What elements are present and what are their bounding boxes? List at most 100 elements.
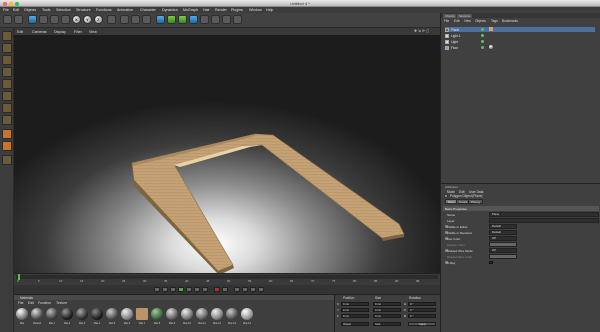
coordinate-mode-select[interactable]: Object (341, 322, 369, 326)
menu-animation[interactable]: Animation (117, 8, 133, 12)
go-to-start-icon[interactable] (154, 287, 160, 292)
tab-structure[interactable]: Structure (457, 13, 473, 18)
material-menu-texture[interactable]: Texture (56, 301, 67, 305)
xray-checkbox[interactable] (489, 260, 493, 264)
visible-in-editor-select[interactable]: Default (489, 224, 517, 229)
material-swatch[interactable] (106, 308, 118, 320)
move-tool-icon[interactable] (39, 15, 48, 24)
axis-y-button[interactable]: Y (83, 15, 92, 24)
previous-frame-icon[interactable] (170, 287, 176, 292)
viewport-menu-view[interactable]: View (89, 30, 97, 34)
object-row-plane[interactable]: Plane (445, 27, 595, 32)
menu-structure[interactable]: Structure (76, 8, 91, 12)
menu-edit[interactable]: Edit (13, 8, 19, 12)
size-z-field[interactable]: 0 cm (373, 314, 401, 318)
material-swatch[interactable] (121, 308, 133, 320)
viewport-menu-filter[interactable]: Filter (74, 30, 82, 34)
menu-selection[interactable]: Selection (56, 8, 71, 12)
material-swatch[interactable] (76, 308, 88, 320)
next-frame-icon[interactable] (186, 287, 192, 292)
material-menu-edit[interactable]: Edit (28, 301, 34, 305)
previous-key-icon[interactable] (162, 287, 168, 292)
shaded-wire-mode-select[interactable]: Off (489, 248, 517, 253)
name-field[interactable]: Plane (489, 212, 599, 217)
texture-mode-icon[interactable] (2, 67, 12, 77)
viewport-menu-display[interactable]: Display (54, 30, 66, 34)
axis-mode-icon[interactable] (2, 79, 12, 89)
rotate-tool-icon[interactable] (61, 15, 70, 24)
scale-tool-icon[interactable] (50, 15, 59, 24)
camera-icon[interactable] (222, 15, 231, 24)
viewport-menu-edit[interactable]: Edit (17, 30, 23, 34)
position-x-field[interactable]: 0 cm (341, 302, 369, 306)
points-mode-icon[interactable] (2, 91, 12, 101)
material-swatch[interactable] (46, 308, 58, 320)
redo-icon[interactable] (14, 15, 23, 24)
menu-plugins[interactable]: Plugins (231, 8, 243, 12)
scale-key-icon[interactable] (250, 287, 256, 292)
position-z-field[interactable]: 0 cm (341, 314, 369, 318)
array-icon[interactable] (189, 15, 198, 24)
visibility-dot-icon[interactable] (481, 27, 484, 31)
material-tag-icon[interactable] (489, 45, 493, 49)
menu-mograph[interactable]: MoGraph (183, 8, 198, 12)
material-menu-function[interactable]: Function (38, 301, 51, 305)
material-swatch[interactable] (226, 308, 238, 320)
om-menu-objects[interactable]: Objects (475, 19, 486, 23)
next-key-icon[interactable] (194, 287, 200, 292)
material-swatch[interactable] (241, 308, 253, 320)
tab-objects[interactable]: Objects (443, 13, 457, 18)
visibility-dot-icon[interactable] (481, 39, 484, 43)
tweak-mode-icon[interactable] (2, 141, 12, 151)
cube-primitive-icon[interactable] (156, 15, 165, 24)
menu-dynamics[interactable]: Dynamics (162, 8, 178, 12)
layer-field[interactable] (489, 218, 599, 223)
enable-snapping-icon[interactable] (2, 155, 12, 165)
apply-button[interactable]: Apply (408, 322, 436, 326)
render-view-icon[interactable] (120, 15, 129, 24)
menu-functions[interactable]: Functions (96, 8, 112, 12)
material-swatch[interactable] (196, 308, 208, 320)
coordinate-system-icon[interactable] (107, 15, 116, 24)
rotation-h-field[interactable]: 0 ° (408, 302, 436, 306)
rotation-key-icon[interactable] (258, 287, 264, 292)
live-selection-icon[interactable] (28, 15, 37, 24)
polygons-mode-icon[interactable] (2, 115, 12, 125)
menu-file[interactable]: File (3, 8, 9, 12)
menu-render[interactable]: Render (215, 8, 227, 12)
timeline[interactable]: 0 5 10 15 20 25 30 35 40 45 50 55 60 65 … (14, 273, 440, 285)
menu-help[interactable]: Help (266, 8, 273, 12)
material-swatch[interactable] (151, 308, 163, 320)
edges-mode-icon[interactable] (2, 103, 12, 113)
menu-tools[interactable]: Tools (42, 8, 50, 12)
make-editable-icon[interactable] (2, 31, 12, 41)
axis-z-button[interactable]: Z (94, 15, 103, 24)
menu-objects[interactable]: Objects (24, 8, 36, 12)
texture-tag-icon[interactable] (489, 27, 493, 31)
light-icon[interactable] (233, 15, 242, 24)
floor-object-icon[interactable] (211, 15, 220, 24)
om-menu-bookmarks[interactable]: Bookmarks (502, 19, 518, 23)
menu-character[interactable]: Character (140, 8, 156, 12)
rotation-b-field[interactable]: 0 ° (408, 314, 436, 318)
object-row-light[interactable]: Light (445, 39, 595, 44)
position-y-field[interactable]: 0 cm (341, 308, 369, 312)
render-picture-viewer-icon[interactable] (131, 15, 140, 24)
display-color-swatch[interactable] (489, 242, 517, 247)
keyframe-selection-icon[interactable] (234, 287, 240, 292)
material-menu-file[interactable]: File (18, 301, 23, 305)
viewport-menu-cameras[interactable]: Cameras (32, 30, 47, 34)
autokey-icon[interactable] (222, 287, 228, 292)
spline-pen-icon[interactable] (167, 15, 176, 24)
material-swatch-wood[interactable] (136, 308, 148, 320)
rotation-p-field[interactable]: 0 ° (408, 308, 436, 312)
position-key-icon[interactable] (242, 287, 248, 292)
visible-in-renderer-select[interactable]: Default (489, 230, 517, 235)
material-swatch[interactable] (61, 308, 73, 320)
visibility-dot-icon[interactable] (481, 33, 484, 37)
object-row-floor[interactable]: Floor (445, 45, 595, 50)
menu-window[interactable]: Window (249, 8, 262, 12)
material-swatch[interactable] (16, 308, 28, 320)
record-icon[interactable] (214, 287, 220, 292)
go-to-end-icon[interactable] (202, 287, 208, 292)
